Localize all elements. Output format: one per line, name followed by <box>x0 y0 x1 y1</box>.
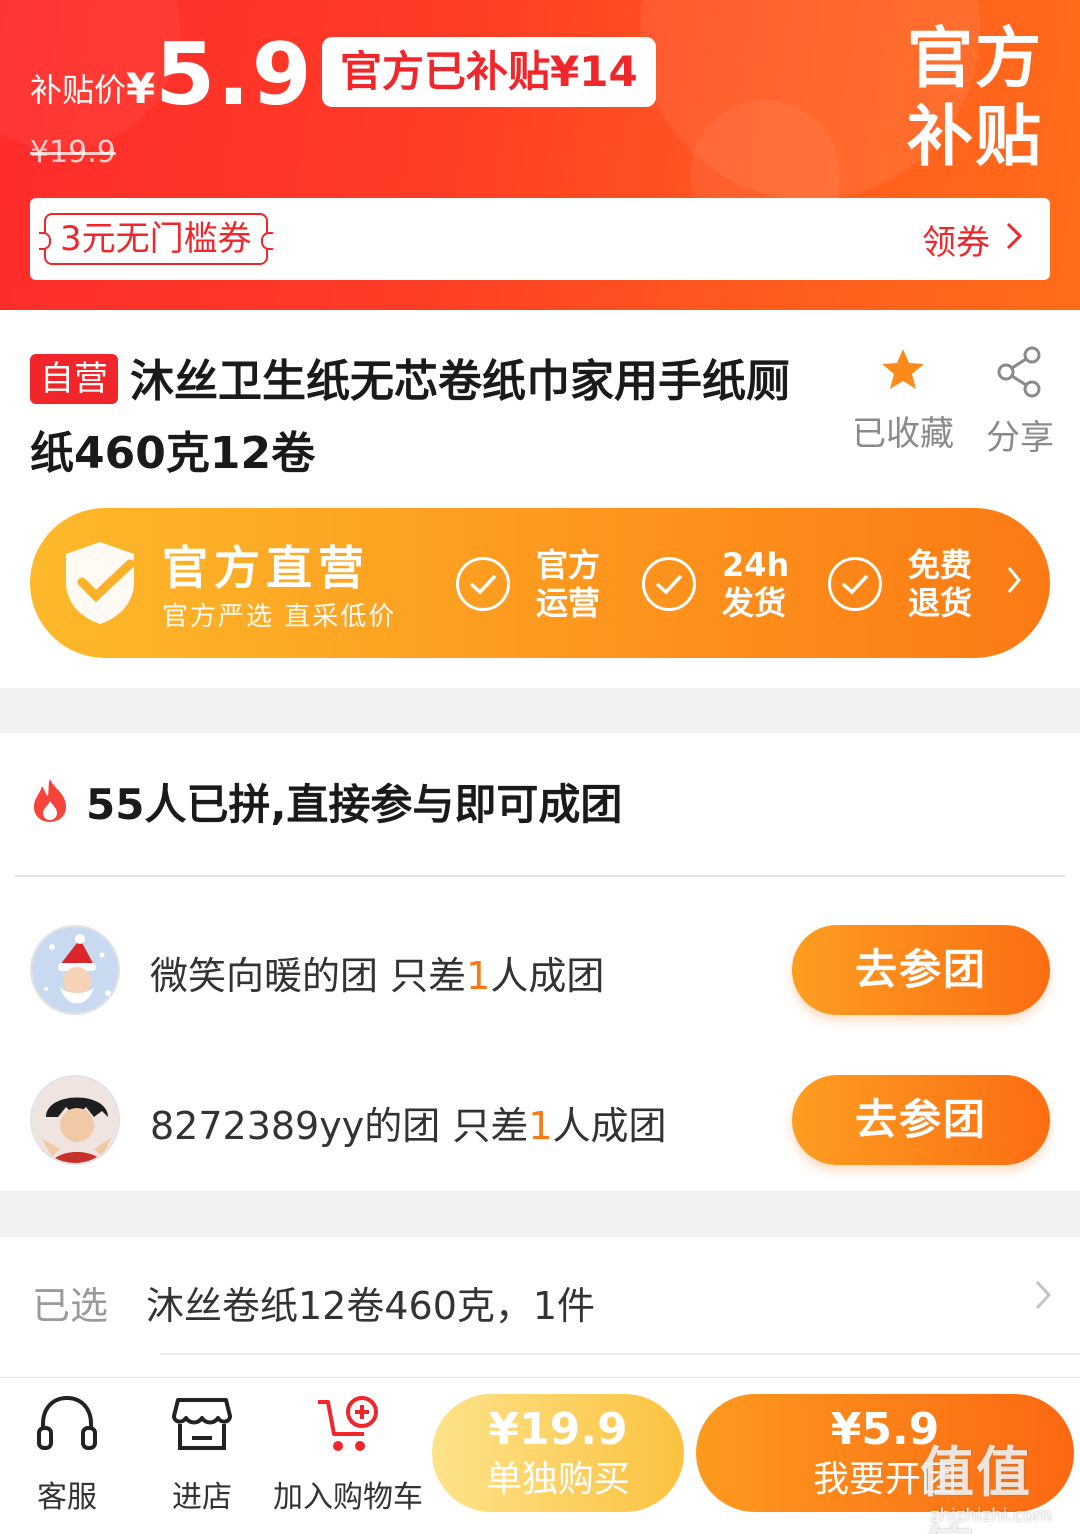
group-need-suffix: 人成团 <box>490 954 605 998</box>
chevron-right-icon <box>1006 560 1022 604</box>
join-group-button[interactable]: 去参团 <box>792 1075 1050 1165</box>
cart-add-icon <box>272 1394 424 1462</box>
share-button[interactable]: 分享 <box>982 346 1058 459</box>
check-circle-icon <box>642 557 696 611</box>
feature-line-1: 24h <box>722 546 790 584</box>
shield-check-icon <box>60 538 140 632</box>
add-to-cart-label: 加入购物车 <box>273 1480 423 1515</box>
favorite-label: 已收藏 <box>852 414 954 454</box>
product-title: 自营 沐丝卫生纸无芯卷纸巾家用手纸厕纸460克12卷 <box>30 346 820 490</box>
product-title-text: 沐丝卫生纸无芯卷纸巾家用手纸厕纸460克12卷 <box>30 356 790 479</box>
group-row-text: 8272389yy的团 只差1人成团 <box>150 1095 667 1150</box>
group-row: 8272389yy的团 只差1人成团 去参团 <box>0 1065 1080 1175</box>
feature-official-operation: 官方 运营 <box>456 546 616 622</box>
get-coupon-button[interactable]: 领券 <box>922 215 1024 264</box>
join-group-button[interactable]: 去参团 <box>792 925 1050 1015</box>
divider <box>15 875 1065 877</box>
feature-free-return: 免费 退货 <box>828 546 988 622</box>
official-subsidy-badge: 官方 补贴 <box>900 20 1050 176</box>
single-price: ¥19.9 <box>488 1404 628 1455</box>
feature-line-1: 官方 <box>536 546 601 584</box>
selected-spec-row[interactable]: 已选 沐丝卷纸12卷460克，1件 <box>0 1237 1080 1377</box>
watermark-url: zhizhizhi.com <box>930 1505 1052 1526</box>
official-strip-subtitle: 官方严选 直采低价 <box>162 602 397 632</box>
feature-label: 24h 发货 <box>722 546 802 622</box>
product-page: 补贴价 ¥ 5.9 官方已补贴¥14 ¥19.9 官方 补贴 3元无门槛券 领券… <box>0 0 1080 1534</box>
share-label: 分享 <box>986 418 1054 458</box>
official-direct-strip[interactable]: 官方直营 官方严选 直采低价 官方 运营 24h 发货 免费 退货 <box>30 508 1050 658</box>
badge-line-1: 官方 <box>907 20 1043 97</box>
badge-line-2: 补贴 <box>907 98 1043 175</box>
group-buy-count-text: 55人已拼,直接参与即可成团 <box>86 780 623 829</box>
chevron-right-icon <box>1004 220 1024 259</box>
add-to-cart-button[interactable]: 加入购物车 <box>272 1394 424 1516</box>
group-buy-header: 55人已拼,直接参与即可成团 <box>30 771 622 832</box>
avatar <box>30 1075 120 1165</box>
group-leader-name: 8272389yy的团 <box>150 1104 441 1148</box>
group-row-text: 微笑向暖的团 只差1人成团 <box>150 945 604 1000</box>
star-icon <box>848 346 958 394</box>
group-buy-section: 55人已拼,直接参与即可成团 微笑向暖的团 只差1人成团 去参团 8272389… <box>0 733 1080 1191</box>
feature-line-2: 退货 <box>908 584 973 622</box>
customer-service-label: 客服 <box>37 1480 97 1515</box>
feature-line-2: 发货 <box>722 584 787 622</box>
currency-symbol: ¥ <box>126 64 156 113</box>
feature-label: 官方 运营 <box>536 546 616 622</box>
price-prefix: 补贴价 <box>30 71 127 109</box>
price-value: 5.9 <box>155 25 314 125</box>
buy-single-button[interactable]: ¥19.9 单独购买 <box>432 1394 684 1512</box>
feature-line-2: 运营 <box>536 584 601 622</box>
enter-store-label: 进店 <box>172 1480 232 1515</box>
original-price: ¥19.9 <box>30 135 116 170</box>
coupon-bar[interactable]: 3元无门槛券 领券 <box>30 198 1050 280</box>
single-buy-label: 单独购买 <box>485 1459 630 1500</box>
headset-icon <box>30 1394 104 1462</box>
feature-24h-shipping: 24h 发货 <box>642 546 802 622</box>
group-need-prefix: 只差 <box>390 954 467 998</box>
feature-label: 免费 退货 <box>908 546 988 622</box>
coupon-tag: 3元无门槛券 <box>39 213 273 265</box>
chevron-right-icon <box>1034 1275 1052 1321</box>
official-strip-title: 官方直营 <box>162 541 370 595</box>
feature-line-1: 免费 <box>908 546 973 584</box>
share-icon <box>982 346 1058 398</box>
subsidy-banner: 补贴价 ¥ 5.9 官方已补贴¥14 ¥19.9 官方 补贴 3元无门槛券 领券 <box>0 0 1080 310</box>
avatar <box>30 925 120 1015</box>
bottom-action-bar: 客服 进店 加入购物车 ¥19.9 单独购买 ¥5.9 我要开团 <box>0 1377 1080 1534</box>
subsidy-amount-badge: 官方已补贴¥14 <box>322 37 656 107</box>
selected-spec-label: 已选 <box>32 1284 109 1328</box>
get-coupon-label: 领券 <box>922 222 990 263</box>
group-need-suffix: 人成团 <box>552 1104 667 1148</box>
subsidy-price: 补贴价 ¥ 5.9 <box>30 30 314 120</box>
selected-spec-value: 沐丝卷纸12卷460克，1件 <box>146 1284 596 1328</box>
product-info: 自营 沐丝卫生纸无芯卷纸巾家用手纸厕纸460克12卷 已收藏 分享 官方直营 官… <box>0 310 1080 688</box>
group-need-count: 1 <box>528 1104 553 1148</box>
divider <box>160 1353 1080 1355</box>
customer-service-button[interactable]: 客服 <box>30 1394 104 1516</box>
group-need-prefix: 只差 <box>452 1104 529 1148</box>
check-circle-icon <box>828 557 882 611</box>
self-operated-tag: 自营 <box>30 354 118 404</box>
store-icon <box>168 1394 236 1462</box>
fire-icon <box>30 777 70 827</box>
group-need-count: 1 <box>466 954 491 998</box>
enter-store-button[interactable]: 进店 <box>168 1394 236 1516</box>
group-row: 微笑向暖的团 只差1人成团 去参团 <box>0 915 1080 1025</box>
check-circle-icon <box>456 557 510 611</box>
group-leader-name: 微笑向暖的团 <box>150 954 379 998</box>
favorite-button[interactable]: 已收藏 <box>848 346 958 455</box>
